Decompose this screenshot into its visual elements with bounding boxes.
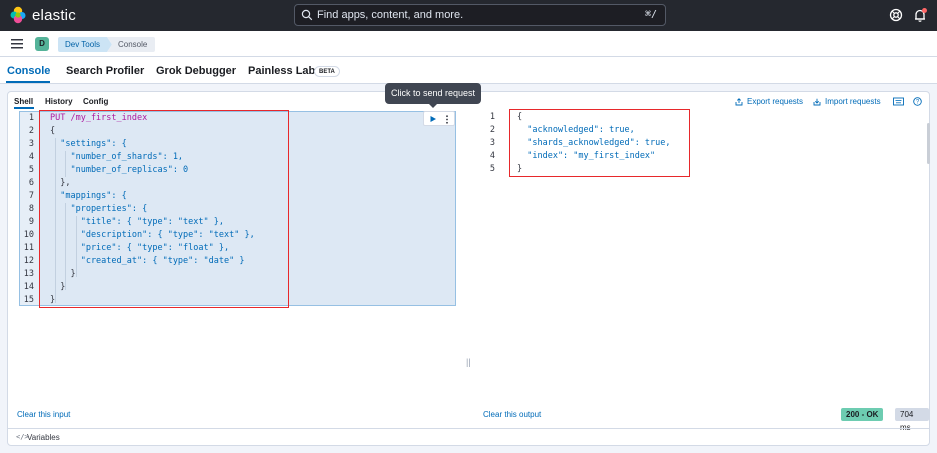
- tab-painless-lab[interactable]: Painless Lab: [248, 65, 315, 77]
- tab-console[interactable]: Console: [7, 65, 50, 77]
- line-number: 13: [23, 269, 34, 279]
- search-icon: [301, 9, 313, 21]
- search-placeholder: Find apps, content, and more.: [317, 9, 464, 21]
- help-question-icon[interactable]: ?: [913, 97, 922, 106]
- elastic-logo[interactable]: elastic: [9, 6, 76, 24]
- line-number: 2: [489, 125, 495, 135]
- subtab-indicator: [14, 107, 34, 109]
- status-badge: 200 - OK: [841, 408, 884, 421]
- variables-label: Variables: [27, 433, 60, 442]
- line-number: 5: [489, 164, 495, 174]
- breadcrumb-console: Console: [107, 37, 156, 52]
- line-number: 4: [28, 152, 34, 162]
- breadcrumb-dev-tools[interactable]: Dev Tools: [58, 37, 112, 52]
- line-number: 12: [23, 256, 34, 266]
- line-number: 11: [23, 243, 34, 253]
- elastic-logo-icon: [10, 6, 26, 24]
- line-number: 9: [28, 217, 34, 227]
- help-icon[interactable]: [888, 7, 904, 23]
- import-requests-button[interactable]: Import requests: [813, 97, 881, 106]
- line-number: 1: [489, 112, 495, 122]
- line-number: 1: [28, 113, 34, 123]
- line-number: 7: [28, 191, 34, 201]
- subtab-history[interactable]: History: [45, 97, 73, 106]
- line-number: 6: [28, 178, 34, 188]
- request-actions: [423, 111, 455, 126]
- active-tab-indicator: [6, 81, 50, 83]
- response-highlight-box: [509, 109, 690, 177]
- import-icon: [813, 98, 821, 105]
- resize-handle[interactable]: ||: [466, 357, 471, 367]
- tab-search-profiler[interactable]: Search Profiler: [66, 65, 144, 77]
- import-requests-label: Import requests: [825, 97, 881, 106]
- play-icon[interactable]: [429, 115, 437, 123]
- more-options-icon[interactable]: [445, 115, 449, 124]
- clear-output-link[interactable]: Clear this output: [483, 410, 541, 419]
- request-highlight-box: [39, 110, 289, 308]
- keyboard-shortcuts-icon[interactable]: [893, 97, 904, 106]
- response-time-badge: 704 ms: [895, 408, 929, 432]
- console-panel: Shell History Config Export requests Imp…: [7, 91, 930, 446]
- line-number: 10: [23, 230, 34, 240]
- line-number: 5: [28, 165, 34, 175]
- line-number: 4: [489, 151, 495, 161]
- search-shortcut: ⌘/: [644, 9, 657, 20]
- devtools-tabs: Console Search Profiler Grok Debugger Pa…: [0, 57, 937, 84]
- clear-input-link[interactable]: Clear this input: [17, 410, 70, 419]
- send-request-tooltip: Click to send request: [385, 83, 481, 108]
- page-scrollbar[interactable]: [927, 123, 930, 164]
- line-number: 8: [28, 204, 34, 214]
- line-number: 14: [23, 282, 34, 292]
- global-search-input[interactable]: Find apps, content, and more. ⌘/: [294, 4, 666, 26]
- line-number: 3: [489, 138, 495, 148]
- subtab-config[interactable]: Config: [83, 97, 108, 106]
- line-number: 15: [23, 295, 34, 305]
- beta-badge: BETA: [314, 66, 340, 77]
- variables-bar[interactable]: </> Variables: [8, 428, 929, 445]
- export-requests-button[interactable]: Export requests: [735, 97, 803, 106]
- export-requests-label: Export requests: [747, 97, 804, 106]
- tab-grok-debugger[interactable]: Grok Debugger: [156, 65, 236, 77]
- notifications-icon[interactable]: [912, 7, 928, 23]
- menu-icon[interactable]: [11, 38, 23, 49]
- top-header: elastic Find apps, content, and more. ⌘/: [0, 0, 937, 31]
- export-icon: [735, 97, 743, 105]
- line-number: 3: [28, 139, 34, 149]
- line-number: 2: [28, 126, 34, 136]
- logo-text: elastic: [32, 6, 76, 24]
- space-avatar[interactable]: D: [35, 37, 49, 51]
- subtab-shell[interactable]: Shell: [14, 97, 33, 106]
- breadcrumb-bar: D Dev Tools Console: [0, 31, 937, 57]
